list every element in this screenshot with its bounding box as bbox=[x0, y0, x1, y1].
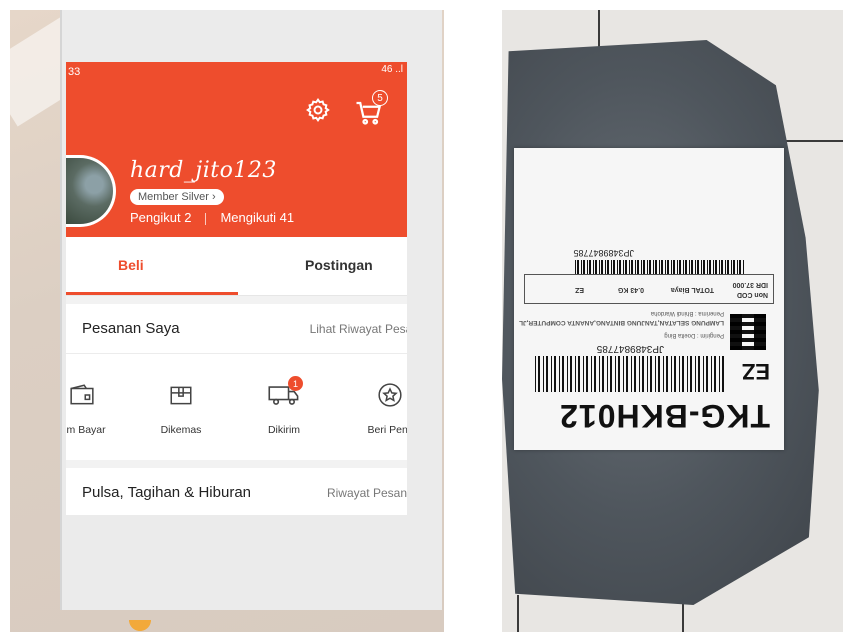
barcode bbox=[534, 356, 724, 392]
total-value: IDR 37.000 bbox=[732, 281, 768, 288]
username: hard_jito123 bbox=[130, 158, 277, 183]
cod-text: Non COD bbox=[736, 291, 768, 298]
tile-grout bbox=[598, 10, 600, 50]
my-orders-row[interactable]: Pesanan Saya Lihat Riwayat Pesan bbox=[66, 304, 407, 354]
sender-text: Pengirim : Doelta Bing bbox=[664, 332, 724, 338]
chevron-right-icon: › bbox=[211, 191, 216, 203]
tab-bar: Beli Postingan bbox=[66, 237, 407, 296]
member-badge[interactable]: Member Silver › bbox=[130, 189, 224, 205]
star-icon bbox=[378, 383, 402, 407]
bills-history-link[interactable]: Riwayat Pesan bbox=[327, 486, 407, 500]
right-photo: TKG-BKH012 EZ JP3489847785 Pengirim : Do… bbox=[502, 10, 843, 632]
cart-button[interactable]: 5 bbox=[352, 90, 392, 130]
tile-grout bbox=[517, 595, 519, 632]
shipping-label: TKG-BKH012 EZ JP3489847785 Pengirim : Do… bbox=[514, 148, 784, 450]
flower-decoration bbox=[110, 620, 170, 632]
section-divider bbox=[66, 296, 407, 304]
tab-postingan[interactable]: Postingan bbox=[305, 257, 373, 273]
settings-button[interactable] bbox=[302, 94, 334, 126]
my-orders-title: Pesanan Saya bbox=[82, 320, 180, 337]
divider bbox=[205, 212, 207, 225]
order-status-label: Dikirim bbox=[267, 424, 301, 436]
tab-indicator bbox=[66, 292, 238, 295]
zone-code: EZ bbox=[741, 359, 770, 384]
label-box bbox=[524, 274, 774, 304]
service-text: EZ bbox=[575, 286, 584, 293]
order-status-row: lum Bayar Dikemas 1 Dikirim Beri Penil bbox=[66, 360, 407, 460]
section-divider bbox=[66, 460, 407, 468]
gear-icon bbox=[306, 98, 330, 123]
order-status-packed[interactable]: Dikemas bbox=[141, 382, 221, 436]
recipient-text: Penerima : Bhindi Wardoha bbox=[650, 310, 724, 316]
box-icon bbox=[170, 386, 192, 405]
shipped-badge: 1 bbox=[288, 376, 303, 391]
route-code: TKG-BKH012 bbox=[559, 398, 770, 434]
qr-code bbox=[730, 314, 766, 350]
order-status-shipped[interactable]: 1 Dikirim bbox=[244, 376, 324, 436]
order-status-label: Beri Penil bbox=[367, 424, 407, 436]
tracking-number: JP3489847785 bbox=[596, 343, 664, 354]
weight-text: 0.43 KG bbox=[617, 286, 644, 293]
status-bar-left: 33 bbox=[68, 66, 81, 78]
bills-title: Pulsa, Tagihan & Hiburan bbox=[82, 484, 251, 501]
wallet-icon bbox=[70, 384, 94, 405]
order-status-label: lum Bayar bbox=[66, 424, 106, 436]
bills-row[interactable]: Pulsa, Tagihan & Hiburan Riwayat Pesan bbox=[66, 468, 407, 515]
order-status-unpaid[interactable]: lum Bayar bbox=[66, 382, 122, 436]
order-status-label: Dikemas bbox=[160, 424, 202, 436]
member-badge-label: Member Silver bbox=[138, 191, 209, 203]
barcode bbox=[574, 260, 744, 274]
followers-row: Pengikut 2 Mengikuti 41 bbox=[130, 210, 294, 225]
tracking-number: JP3489847785 bbox=[573, 248, 634, 258]
profile-header: 33 46 ..l 5 hard_jito123 Member Silver ›… bbox=[66, 62, 407, 237]
total-label: TOTAL Biaya bbox=[670, 286, 714, 293]
cart-badge: 5 bbox=[372, 90, 388, 106]
phone-screen: 33 46 ..l 5 hard_jito123 Member Silver ›… bbox=[66, 62, 407, 515]
avatar[interactable] bbox=[66, 155, 116, 227]
tab-beli[interactable]: Beli bbox=[118, 257, 144, 273]
followers-count[interactable]: Pengikut 2 bbox=[130, 210, 191, 225]
order-status-rate[interactable]: Beri Penil bbox=[350, 382, 407, 436]
following-count[interactable]: Mengikuti 41 bbox=[220, 210, 294, 225]
order-history-link[interactable]: Lihat Riwayat Pesan bbox=[310, 322, 407, 336]
company-text: LAMPUNG SELATAN,TANJUNG BINTANG,ANANTA C… bbox=[519, 319, 724, 326]
status-bar-right: 46 ..l bbox=[381, 64, 403, 75]
